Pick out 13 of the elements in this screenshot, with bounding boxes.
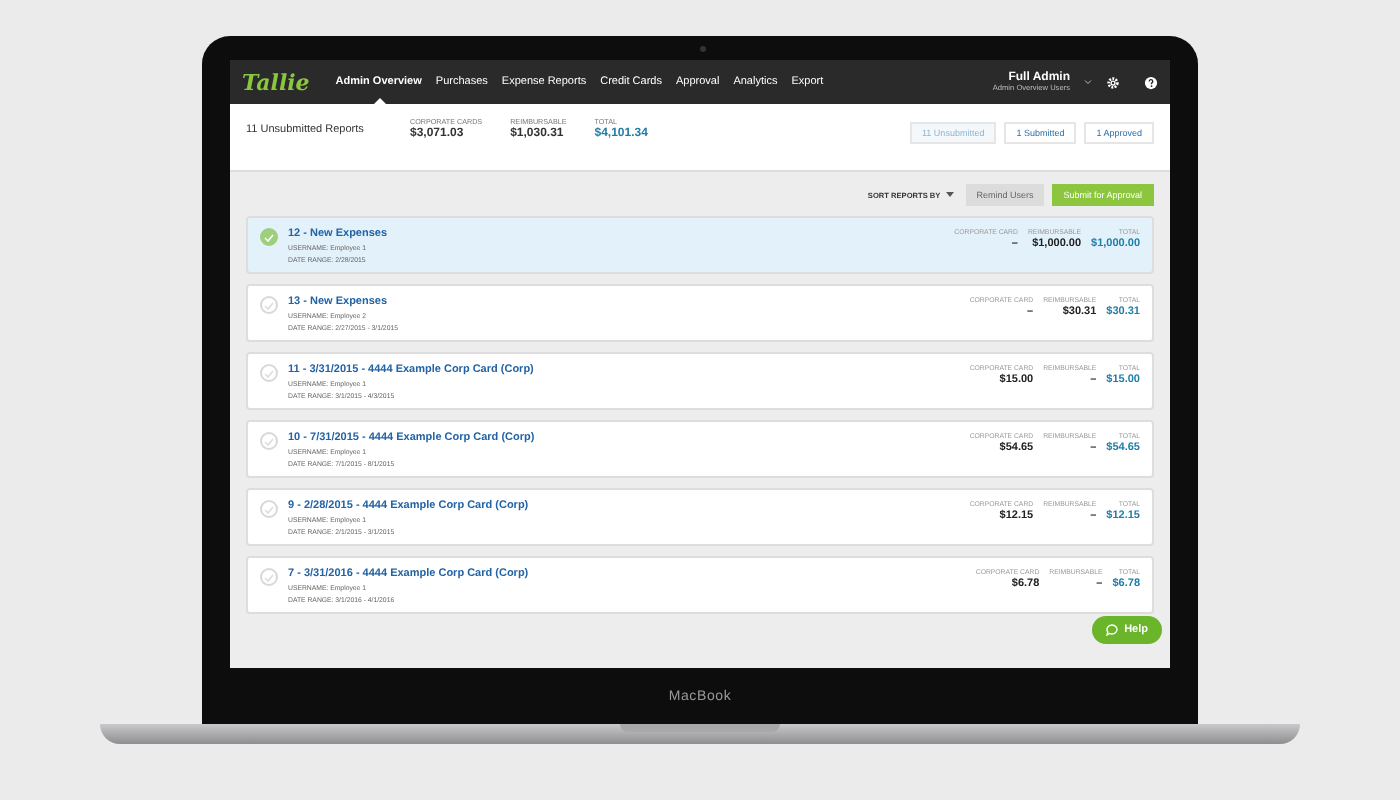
check-icon[interactable] (260, 296, 278, 314)
settings-icon[interactable] (1106, 75, 1120, 89)
check-icon[interactable] (260, 568, 278, 586)
check-icon[interactable] (260, 432, 278, 450)
chat-icon (1106, 624, 1119, 636)
camera-icon (700, 46, 706, 52)
caret-icon[interactable] (1084, 78, 1092, 86)
caret-icon (946, 192, 955, 198)
check-icon[interactable] (260, 228, 278, 246)
check-icon[interactable] (260, 500, 278, 518)
check-icon[interactable] (260, 364, 278, 382)
logo: Tallie (242, 69, 310, 95)
help-icon[interactable] (1144, 75, 1158, 89)
